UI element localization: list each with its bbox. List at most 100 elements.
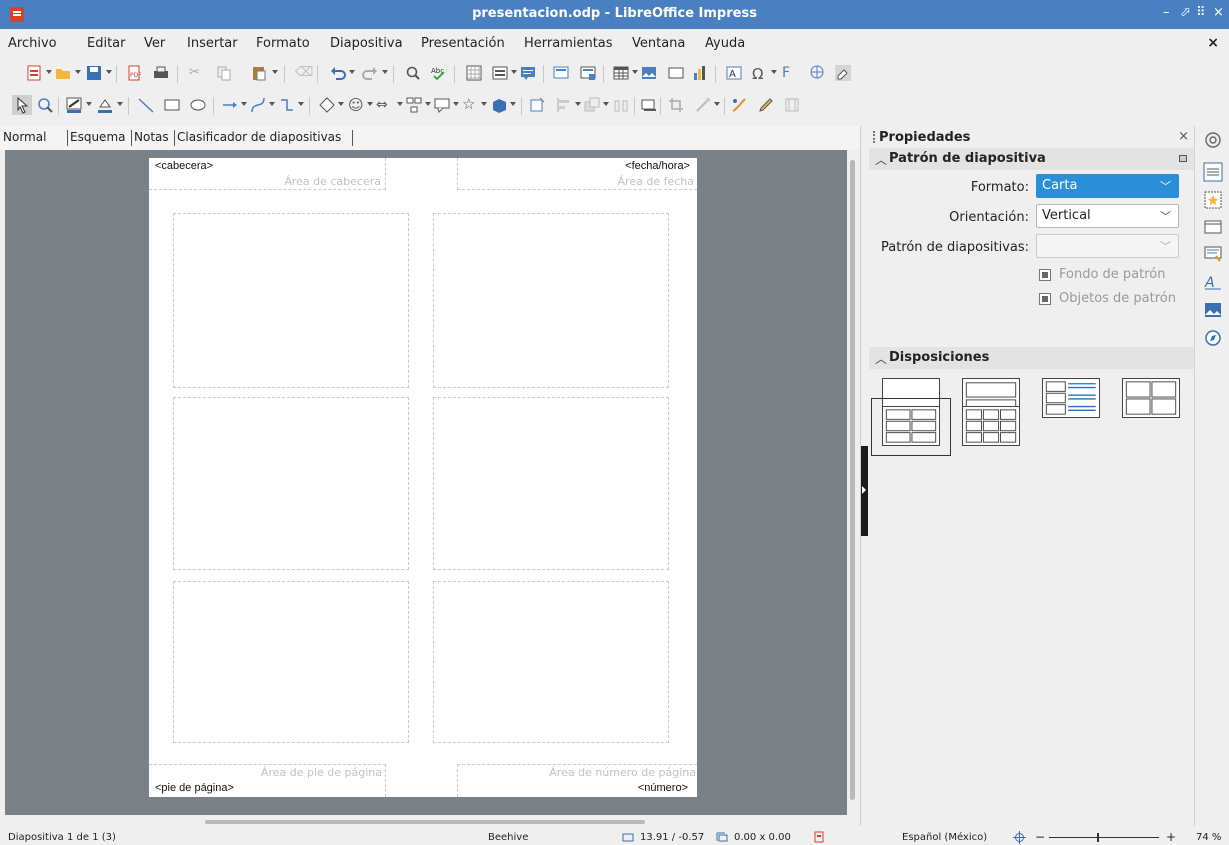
start-current-slide-icon[interactable] <box>580 65 596 81</box>
align-dropdown-arrow[interactable] <box>575 102 581 106</box>
orientation-select[interactable]: Vertical ﹀ <box>1036 204 1179 228</box>
slide-thumb-placeholder-6[interactable] <box>433 581 669 743</box>
vertical-scrollbar[interactable] <box>847 150 859 815</box>
transformations-icon[interactable] <box>529 97 545 113</box>
open-folder-icon[interactable] <box>55 65 71 81</box>
start-first-slide-icon[interactable] <box>553 65 569 81</box>
insert-table-icon[interactable] <box>613 65 629 81</box>
lines-arrows-icon[interactable] <box>222 97 238 113</box>
copy-icon[interactable] <box>216 65 232 81</box>
fit-slide-icon[interactable] <box>1013 831 1026 844</box>
arrange-dropdown-arrow[interactable] <box>603 102 609 106</box>
views-dropdown-arrow[interactable] <box>511 70 517 74</box>
menu-editar[interactable]: Editar <box>87 36 126 51</box>
format-select[interactable]: Carta ﹀ <box>1036 174 1179 198</box>
insert-image-icon[interactable] <box>641 65 657 81</box>
master-slides-select[interactable]: ﹀ <box>1036 234 1179 258</box>
layout-6-slides[interactable] <box>882 406 940 446</box>
table-dropdown-arrow[interactable] <box>632 70 638 74</box>
stars-dropdown-arrow[interactable] <box>481 102 487 106</box>
slide-thumb-placeholder-4[interactable] <box>433 397 669 570</box>
horizontal-scrollbar[interactable] <box>5 815 859 829</box>
callouts-dropdown-arrow[interactable] <box>453 102 459 106</box>
zoom-in-button[interactable]: + <box>1166 830 1176 844</box>
block-arrows-icon[interactable]: ⇔ <box>376 97 392 113</box>
menu-ver[interactable]: Ver <box>144 36 165 51</box>
align-objects-icon[interactable] <box>556 97 572 113</box>
distribute-icon[interactable] <box>613 97 629 113</box>
zoom-slider-handle[interactable] <box>1097 833 1099 842</box>
display-views-icon[interactable] <box>492 65 508 81</box>
date-placeholder[interactable]: <fecha/hora> Área de fecha <box>457 158 697 190</box>
grid-display-icon[interactable] <box>466 65 482 81</box>
zoom-level[interactable]: 74 % <box>1196 832 1221 843</box>
sidebar-close-button[interactable]: × <box>1178 129 1189 144</box>
paste-dropdown-arrow[interactable] <box>272 70 278 74</box>
handout-page[interactable]: <cabecera> Área de cabecera <fecha/hora>… <box>149 158 697 797</box>
save-icon[interactable] <box>86 65 102 81</box>
slide-thumb-placeholder-2[interactable] <box>433 213 669 388</box>
slide-count-status[interactable]: Diapositiva 1 de 1 (3) <box>8 832 116 843</box>
crop-image-icon[interactable] <box>668 97 684 113</box>
cut-icon[interactable]: ✂ <box>189 65 205 81</box>
menu-ayuda[interactable]: Ayuda <box>705 36 745 51</box>
master-name-status[interactable]: Beehive <box>488 832 528 843</box>
block-arrows-dropdown-arrow[interactable] <box>397 102 403 106</box>
header-placeholder[interactable]: <cabecera> Área de cabecera <box>149 158 386 190</box>
menu-archivo[interactable]: Archivo <box>8 36 57 51</box>
slide-transition-icon[interactable] <box>1203 190 1223 210</box>
footer-placeholder[interactable]: Área de pie de página <pie de página> <box>149 764 386 797</box>
glue-points-icon[interactable] <box>784 97 800 113</box>
close-window-button[interactable]: × <box>1213 5 1224 20</box>
find-replace-icon[interactable] <box>405 65 421 81</box>
sidebar-settings-icon[interactable] <box>1203 130 1223 150</box>
spelling-icon[interactable]: Abc <box>431 65 447 81</box>
rectangle-tool-icon[interactable] <box>164 97 180 113</box>
points-edit-icon[interactable] <box>758 97 774 113</box>
export-pdf-icon[interactable]: PDF <box>126 65 142 81</box>
comment-icon[interactable] <box>520 65 536 81</box>
paste-icon[interactable] <box>251 65 267 81</box>
line-tool-icon[interactable] <box>138 97 154 113</box>
drag-grip-icon[interactable] <box>873 131 875 143</box>
redo-icon[interactable] <box>362 65 378 81</box>
animation-icon[interactable] <box>1203 217 1223 237</box>
minimize-button[interactable]: – <box>1163 5 1170 20</box>
save-dropdown-arrow[interactable] <box>106 70 112 74</box>
connectors-dropdown-arrow[interactable] <box>298 102 304 106</box>
layouts-section-header[interactable]: ︿ Disposiciones <box>869 347 1194 369</box>
lines-dropdown-arrow[interactable] <box>241 102 247 106</box>
tab-normal[interactable]: Normal <box>3 130 46 144</box>
vertical-scroll-thumb[interactable] <box>850 160 855 800</box>
layout-9-slides[interactable] <box>962 406 1020 446</box>
callouts-icon[interactable] <box>434 97 450 113</box>
navigator-icon[interactable] <box>1203 328 1223 348</box>
3d-objects-icon[interactable] <box>491 97 507 113</box>
layout-3-slides[interactable] <box>1042 378 1100 418</box>
master-objects-checkbox[interactable] <box>1039 293 1051 305</box>
filter-icon[interactable] <box>695 97 711 113</box>
undo-icon[interactable] <box>330 65 346 81</box>
draw-functions-icon[interactable] <box>835 65 851 81</box>
3d-objects-dropdown-arrow[interactable] <box>510 102 516 106</box>
new-dropdown-arrow[interactable] <box>46 70 52 74</box>
clone-formatting-icon[interactable]: ⌫ <box>295 65 313 81</box>
menu-diapositiva[interactable]: Diapositiva <box>330 36 403 51</box>
gallery-icon[interactable] <box>1203 300 1223 320</box>
maximize-button[interactable]: ⬀ <box>1180 5 1191 20</box>
stars-icon[interactable]: ☆ <box>462 95 478 113</box>
collapse-sidebar-handle[interactable] <box>861 446 868 536</box>
horizontal-scroll-thumb[interactable] <box>205 820 645 824</box>
flowchart-icon[interactable] <box>406 97 422 113</box>
tab-esquema[interactable]: Esquema <box>70 130 125 144</box>
basic-shapes-dropdown-arrow[interactable] <box>338 102 344 106</box>
document-modified-icon[interactable] <box>814 831 824 843</box>
line-color-icon[interactable] <box>66 97 82 113</box>
basic-shapes-icon[interactable] <box>319 97 335 113</box>
zoom-slider-track[interactable] <box>1049 837 1159 838</box>
chevron-up-icon[interactable]: ︿ <box>875 151 887 168</box>
symbol-shapes-dropdown-arrow[interactable] <box>367 102 373 106</box>
sidebar-splitter[interactable] <box>860 126 868 826</box>
master-background-checkbox[interactable] <box>1039 269 1051 281</box>
connectors-icon[interactable] <box>279 97 295 113</box>
